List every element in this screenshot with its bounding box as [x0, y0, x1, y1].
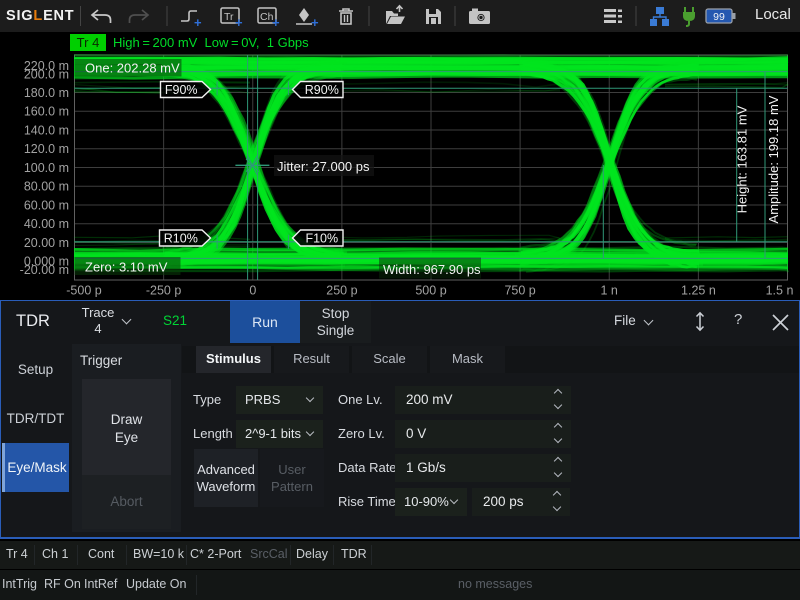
svg-text:-500 p: -500 p [66, 284, 101, 298]
svg-text:+: + [272, 15, 280, 30]
svg-text:Width: 967.90 ps: Width: 967.90 ps [383, 262, 481, 277]
svg-text:1.5 n: 1.5 n [766, 284, 794, 298]
svg-text:+: + [235, 15, 243, 30]
svg-text:-250 p: -250 p [146, 284, 181, 298]
svg-text:1.25 n: 1.25 n [681, 284, 716, 298]
svg-text:200.0 m: 200.0 m [24, 67, 69, 81]
svg-text:Zero: 3.10 mV: Zero: 3.10 mV [85, 260, 168, 275]
svg-text:1 n: 1 n [601, 284, 618, 298]
svg-text:F10%: F10% [305, 231, 338, 245]
svg-text:140.0 m: 140.0 m [24, 123, 69, 137]
svg-text:80.00 m: 80.00 m [24, 180, 69, 194]
svg-text:99: 99 [713, 11, 725, 23]
svg-text:0: 0 [249, 284, 256, 298]
svg-text:Height: 163.81 mV: Height: 163.81 mV [735, 105, 750, 213]
svg-text:+: + [311, 15, 319, 30]
svg-text:-20.00 m: -20.00 m [20, 263, 69, 277]
svg-text:160.0 m: 160.0 m [24, 105, 69, 119]
svg-text:Amplitude: 199.18 mV: Amplitude: 199.18 mV [766, 95, 781, 223]
svg-text:Tr: Tr [224, 11, 234, 23]
svg-text:250 p: 250 p [326, 284, 357, 298]
svg-text:Jitter: 27.000 ps: Jitter: 27.000 ps [277, 159, 370, 174]
svg-text:40.00 m: 40.00 m [24, 217, 69, 231]
svg-text:500 p: 500 p [415, 284, 446, 298]
svg-text:20.00 m: 20.00 m [24, 236, 69, 250]
svg-text:120.0 m: 120.0 m [24, 142, 69, 156]
svg-text:R10%: R10% [164, 231, 198, 245]
svg-text:R90%: R90% [305, 83, 339, 97]
svg-text:180.0 m: 180.0 m [24, 86, 69, 100]
svg-text:750 p: 750 p [504, 284, 535, 298]
svg-text:+: + [194, 15, 202, 30]
svg-text:F90%: F90% [165, 83, 198, 97]
svg-text:One: 202.28 mV: One: 202.28 mV [85, 61, 180, 76]
svg-text:100.0 m: 100.0 m [24, 161, 69, 175]
svg-text:60.00 m: 60.00 m [24, 198, 69, 212]
